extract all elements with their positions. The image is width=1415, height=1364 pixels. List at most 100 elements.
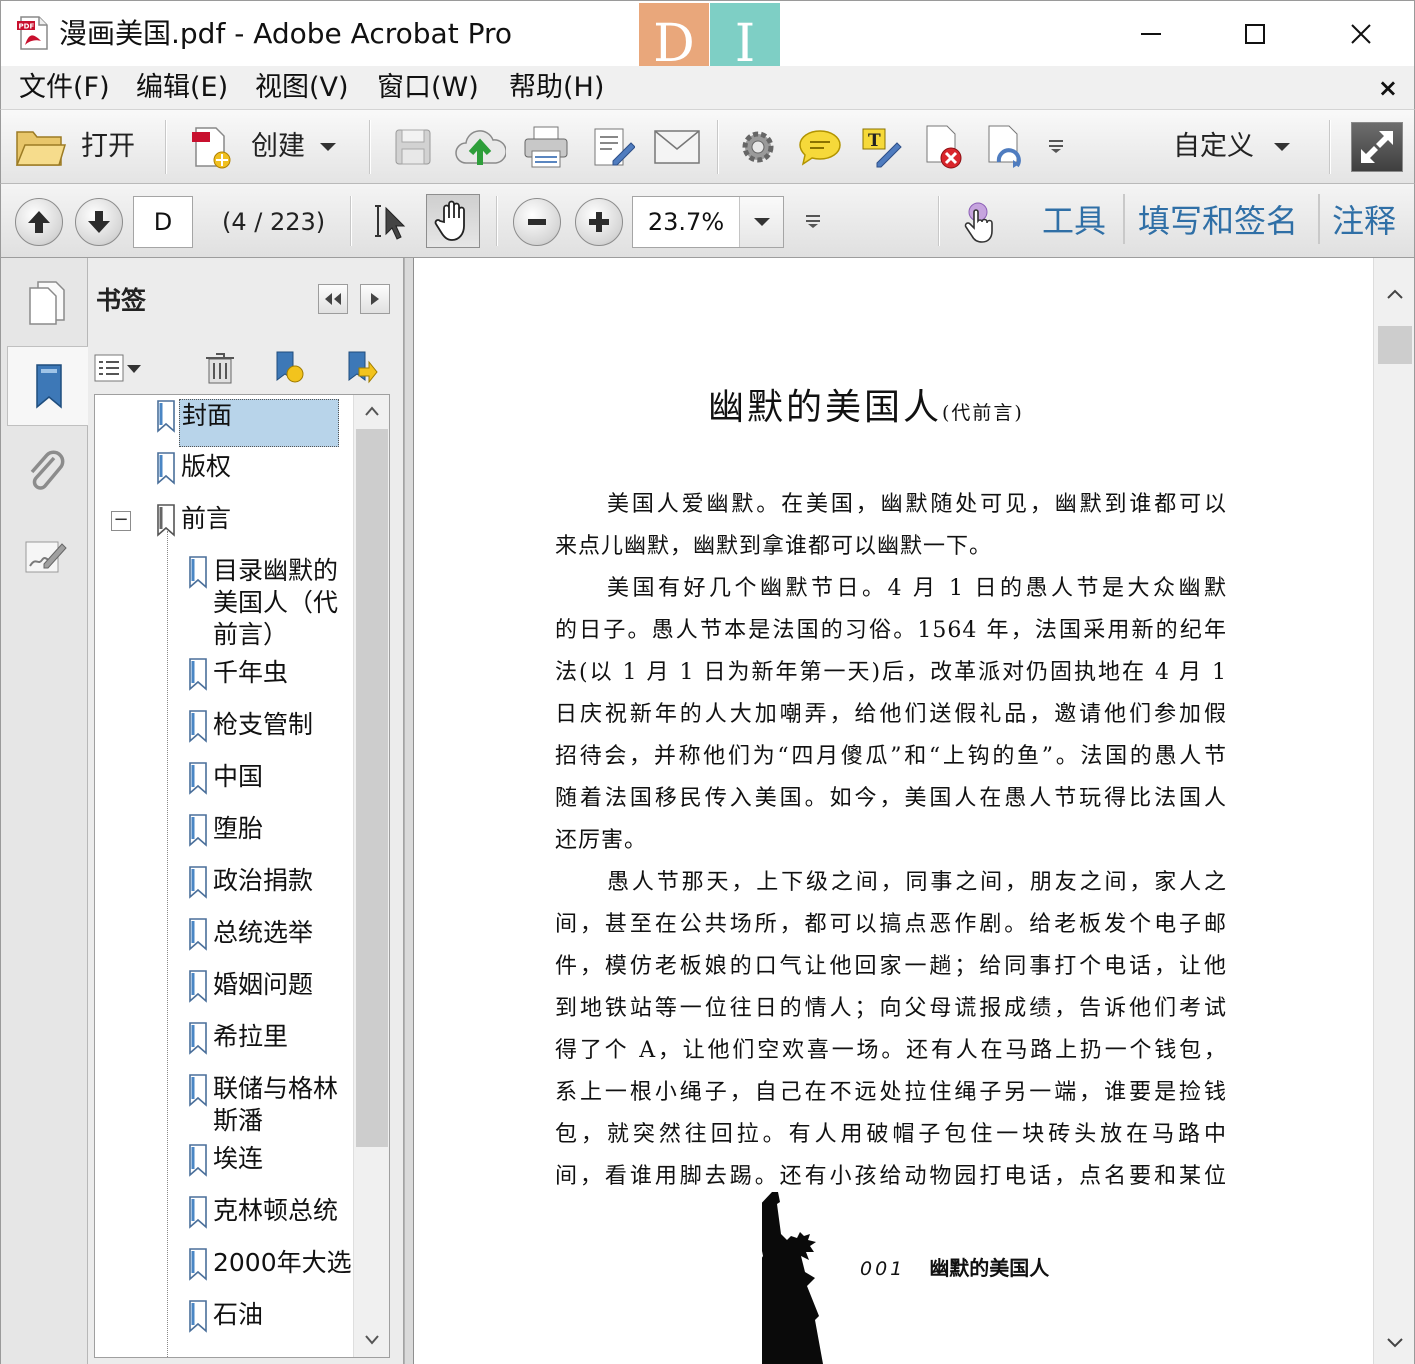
bookmark-item[interactable]: 目录幽默的 美国人（代 前言） (185, 555, 340, 651)
bookmark-item[interactable]: 枪支管制 (185, 709, 315, 743)
save-button[interactable] (389, 124, 437, 170)
scroll-down-icon[interactable] (1386, 1336, 1404, 1348)
menu-view[interactable]: 视图(V) (255, 70, 349, 106)
bookmark-label[interactable]: 封面 (179, 399, 339, 447)
bookmark-label[interactable]: 中国 (211, 761, 265, 793)
bookmark-label[interactable]: 联储与格林 斯潘 (211, 1073, 340, 1137)
bookmark-label[interactable]: 版权 (179, 451, 233, 483)
bookmark-label[interactable]: 埃连 (211, 1143, 265, 1175)
close-window-button[interactable] (1331, 7, 1391, 61)
attachments-button[interactable] (9, 432, 83, 512)
bookmark-label[interactable]: 总统选举 (211, 917, 315, 949)
bookmark-label[interactable]: 石油 (211, 1299, 265, 1331)
document-scrollbar[interactable] (1373, 258, 1415, 1364)
create-label[interactable]: 创建 (251, 130, 305, 164)
bookmark-scroll-thumb[interactable] (356, 429, 388, 1147)
create-button[interactable] (185, 122, 237, 174)
bookmark-item[interactable]: 联储与格林 斯潘 (185, 1073, 340, 1137)
plus-icon (589, 212, 609, 232)
bookmark-item[interactable]: 千年虫 (185, 657, 290, 691)
fullscreen-button[interactable] (1351, 122, 1403, 172)
panel-options-button[interactable] (360, 284, 390, 314)
bookmark-item[interactable]: 婚姻问题 (185, 969, 315, 1003)
bookmark-scrollbar[interactable] (353, 395, 389, 1357)
bookmark-item[interactable]: 中国 (185, 761, 265, 795)
bookmark-item[interactable]: 封面 (153, 399, 339, 447)
document-view[interactable]: 幽默的美国人(代前言) 美国人爱幽默。在美国，幽默随处可见，幽默到谁都可以 来点儿… (414, 258, 1373, 1364)
scroll-up-icon[interactable] (364, 405, 380, 417)
zoom-in-button[interactable] (575, 198, 623, 246)
zoom-out-button[interactable] (513, 198, 561, 246)
new-bookmark-button[interactable] (270, 348, 310, 388)
comment-button[interactable] (795, 124, 845, 170)
document-text-line: 件，模仿老板娘的口气让他回家一趟；给同事打个电话，让他 (555, 954, 1227, 979)
bookmark-item[interactable]: 前言 (153, 503, 233, 537)
bookmark-label[interactable]: 堕胎 (211, 813, 265, 845)
maximize-button[interactable] (1225, 7, 1285, 61)
bookmark-item[interactable]: 埃连 (185, 1143, 265, 1177)
print-button[interactable] (521, 122, 571, 172)
document-scroll-thumb[interactable] (1378, 326, 1412, 364)
text-edit-button[interactable]: T (857, 122, 905, 172)
scroll-up-icon[interactable] (1386, 288, 1404, 300)
zoom-input[interactable] (633, 197, 739, 247)
bookmark-item[interactable]: 克林顿总统 (185, 1195, 340, 1229)
bookmark-label[interactable]: 婚姻问题 (211, 969, 315, 1001)
bookmark-label[interactable]: 前言 (179, 503, 233, 535)
delete-bookmark-button[interactable] (200, 348, 240, 388)
next-page-button[interactable] (75, 198, 123, 246)
open-label[interactable]: 打开 (81, 130, 135, 164)
upload-cloud-button[interactable] (453, 122, 507, 172)
menu-help[interactable]: 帮助(H) (509, 70, 604, 106)
customize-label[interactable]: 自定义 (1173, 130, 1254, 164)
bookmark-options-button[interactable] (92, 348, 144, 388)
panel-splitter[interactable] (404, 258, 414, 1364)
bookmark-item[interactable]: 政治捐款 (185, 865, 315, 899)
delete-pages-button[interactable] (919, 122, 967, 172)
bookmark-label[interactable]: 枪支管制 (211, 709, 315, 741)
signatures-button[interactable] (9, 516, 83, 596)
select-tool-button[interactable] (368, 196, 416, 248)
bookmark-item[interactable]: 2000年大选 (185, 1247, 354, 1281)
bookmark-label[interactable]: 2000年大选 (211, 1247, 354, 1279)
open-button[interactable] (13, 124, 69, 170)
expand-bookmark-button[interactable] (342, 348, 382, 388)
bookmarks-tab-button[interactable] (7, 346, 89, 426)
tools-link[interactable]: 工具 (1042, 200, 1106, 242)
menu-edit[interactable]: 编辑(E) (136, 70, 228, 106)
more-tools-icon[interactable] (804, 213, 822, 229)
touch-mode-button[interactable] (956, 196, 1004, 248)
more-tools-icon[interactable] (1047, 138, 1065, 154)
bookmark-label[interactable]: 希拉里 (211, 1021, 290, 1053)
bookmark-item[interactable]: 堕胎 (185, 813, 265, 847)
menu-file[interactable]: 文件(F) (19, 70, 110, 106)
menu-window[interactable]: 窗口(W) (377, 70, 479, 106)
collapse-panel-button[interactable] (318, 284, 348, 314)
zoom-select[interactable] (632, 196, 784, 248)
minimize-button[interactable] (1121, 7, 1181, 61)
page-thumbnails-button[interactable] (9, 262, 83, 342)
bookmark-label[interactable]: 目录幽默的 美国人（代 前言） (211, 555, 340, 651)
fill-sign-link[interactable]: 填写和签名 (1138, 200, 1298, 242)
previous-page-button[interactable] (15, 198, 63, 246)
bookmark-label[interactable]: 政治捐款 (211, 865, 315, 897)
cloud-upload-icon (455, 130, 506, 165)
edit-document-button[interactable] (589, 122, 637, 172)
zoom-dropdown-button[interactable] (739, 197, 783, 247)
hand-tool-button[interactable] (426, 194, 480, 248)
page-number-input[interactable] (133, 196, 193, 248)
export-button[interactable] (981, 122, 1029, 172)
bookmark-label[interactable]: 克林顿总统 (211, 1195, 340, 1227)
settings-button[interactable] (735, 124, 781, 170)
email-button[interactable] (651, 124, 703, 170)
comment-link[interactable]: 注释 (1332, 200, 1396, 242)
bookmark-label[interactable]: 千年虫 (211, 657, 290, 689)
bookmark-item[interactable]: 希拉里 (185, 1021, 290, 1055)
bookmark-item[interactable]: 版权 (153, 451, 233, 485)
close-document-button[interactable]: × (1378, 74, 1398, 102)
bookmark-item[interactable]: 总统选举 (185, 917, 315, 951)
bookmark-item[interactable]: 石油 (185, 1299, 265, 1333)
edit-page-icon (594, 128, 635, 166)
scroll-down-icon[interactable] (364, 1333, 380, 1345)
collapse-toggle[interactable]: − (111, 511, 131, 531)
